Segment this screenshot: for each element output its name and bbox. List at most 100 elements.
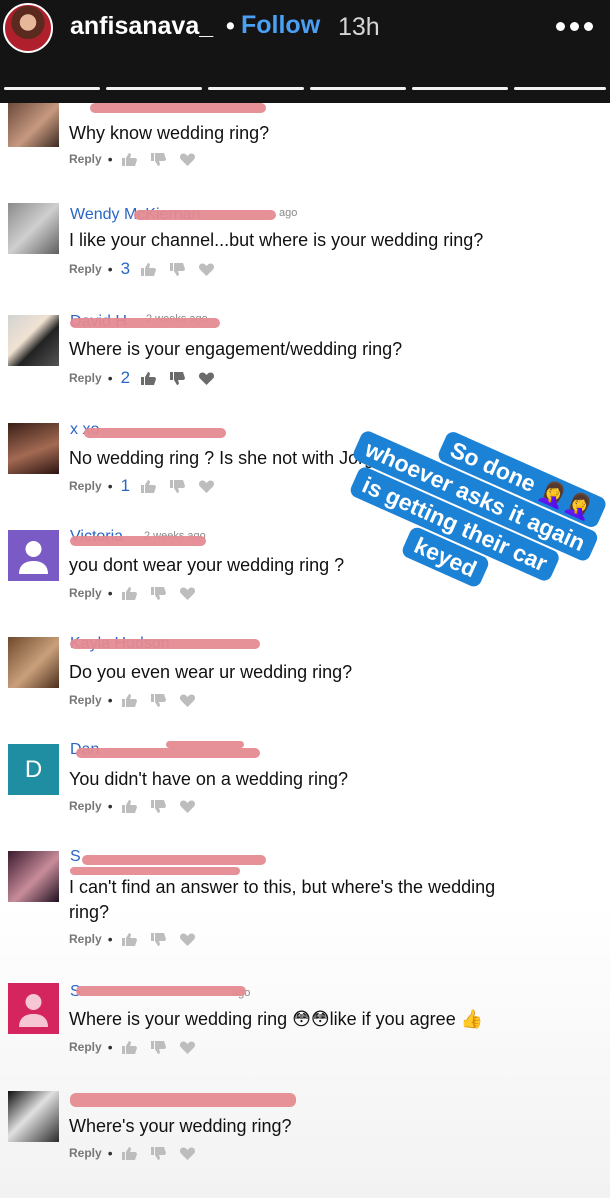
redaction-mark — [166, 741, 244, 748]
heart-icon[interactable] — [179, 586, 196, 601]
dot-separator: • — [107, 798, 113, 814]
reply-button[interactable]: Reply — [69, 262, 102, 276]
thumbs-up-icon[interactable] — [140, 262, 157, 277]
comment-actions: Reply • 1 — [69, 476, 227, 495]
redaction-mark — [70, 639, 260, 649]
story-progress-segment — [412, 87, 508, 90]
comment-text: Why know wedding ring? — [69, 123, 270, 143]
thumbs-up-icon[interactable] — [121, 1146, 138, 1161]
comment-text-line-2: ring? — [69, 902, 110, 922]
comment-text: You didn't have on a wedding ring? — [69, 769, 348, 789]
commenter-avatar[interactable] — [8, 103, 59, 147]
thumbs-up-icon[interactable] — [121, 693, 138, 708]
comment-actions: Reply • 2 — [69, 368, 227, 387]
like-count: 3 — [120, 259, 131, 278]
redaction-mark — [90, 103, 266, 113]
thumbs-down-icon[interactable] — [150, 1040, 167, 1055]
profile-avatar[interactable] — [3, 3, 53, 53]
comment-actions: Reply • — [69, 150, 208, 168]
thumbs-down-icon[interactable] — [150, 152, 167, 167]
comment-text: Where is your engagement/wedding ring? — [69, 339, 403, 359]
reply-button[interactable]: Reply — [69, 799, 102, 813]
thumbs-down-icon[interactable] — [169, 479, 186, 494]
thumbs-up-icon[interactable] — [121, 932, 138, 947]
like-count: 2 — [120, 368, 131, 387]
commenter-avatar[interactable] — [8, 1091, 59, 1142]
reply-button[interactable]: Reply — [69, 693, 102, 707]
comment-actions: Reply • — [69, 1144, 208, 1162]
heart-icon[interactable] — [179, 1040, 196, 1055]
redaction-mark — [76, 986, 246, 996]
story-username[interactable]: anfisanava_ — [70, 12, 213, 41]
reply-button[interactable]: Reply — [69, 932, 102, 946]
story-time: 13h — [338, 13, 380, 41]
comment-actions: Reply • — [69, 691, 208, 709]
thumbs-down-icon[interactable] — [150, 799, 167, 814]
heart-icon[interactable] — [198, 371, 215, 386]
commenter-avatar[interactable] — [8, 983, 59, 1034]
thumbs-down-icon[interactable] — [169, 262, 186, 277]
commenter-avatar[interactable] — [8, 203, 59, 254]
heart-icon[interactable] — [198, 262, 215, 277]
redaction-mark — [70, 1093, 296, 1107]
thumbs-down-icon[interactable] — [150, 586, 167, 601]
thumbs-up-icon[interactable] — [121, 152, 138, 167]
reply-button[interactable]: Reply — [69, 152, 102, 166]
story-progress-segment — [106, 87, 202, 90]
thumbs-down-icon[interactable] — [150, 932, 167, 947]
comment-text: Where's your wedding ring? — [69, 1116, 292, 1136]
reply-button[interactable]: Reply — [69, 1146, 102, 1160]
thumbs-up-icon[interactable] — [140, 479, 157, 494]
comment-time: ago — [279, 207, 298, 219]
comment-author[interactable]: S — [70, 848, 81, 866]
comment-actions: Reply • — [69, 930, 208, 948]
thumbs-down-icon[interactable] — [150, 693, 167, 708]
comment-text-line-1: I can't find an answer to this, but wher… — [69, 877, 496, 897]
redaction-mark — [84, 428, 226, 438]
reply-button[interactable]: Reply — [69, 586, 102, 600]
commenter-avatar[interactable] — [8, 423, 59, 474]
story-progress-segment — [208, 87, 304, 90]
heart-icon[interactable] — [179, 799, 196, 814]
comment-text: you dont wear your wedding ring ? — [69, 555, 345, 575]
dot-separator: • — [107, 585, 113, 601]
reply-button[interactable]: Reply — [69, 371, 102, 385]
dot-separator: • — [107, 151, 113, 167]
heart-icon[interactable] — [179, 1146, 196, 1161]
story-progress-segment — [4, 87, 100, 90]
story-header: anfisanava_ • Follow 13h — [0, 0, 610, 103]
thumbs-up-icon[interactable] — [121, 799, 138, 814]
heart-icon[interactable] — [179, 152, 196, 167]
default-person-icon — [19, 994, 48, 1027]
redaction-mark — [70, 536, 206, 546]
follow-button[interactable]: Follow — [241, 11, 320, 40]
commenter-avatar[interactable] — [8, 851, 59, 902]
redaction-mark — [70, 867, 240, 875]
more-options-icon[interactable] — [556, 16, 602, 36]
dot-separator: • — [107, 370, 113, 386]
dot-separator: • — [107, 931, 113, 947]
dot-separator: • — [107, 1145, 113, 1161]
redaction-mark — [76, 748, 260, 758]
heart-icon[interactable] — [179, 932, 196, 947]
heart-icon[interactable] — [179, 693, 196, 708]
commenter-avatar[interactable] — [8, 315, 59, 366]
heart-icon[interactable] — [198, 479, 215, 494]
commenter-avatar[interactable] — [8, 530, 59, 581]
default-person-icon — [19, 541, 48, 574]
reply-button[interactable]: Reply — [69, 479, 102, 493]
commenter-avatar[interactable] — [8, 637, 59, 688]
thumbs-down-icon[interactable] — [150, 1146, 167, 1161]
thumbs-up-icon[interactable] — [140, 371, 157, 386]
commenter-avatar-letter[interactable]: D — [8, 744, 59, 795]
comment-actions: Reply • 3 — [69, 259, 227, 278]
like-count: 1 — [120, 476, 131, 495]
comment-actions: Reply • — [69, 797, 208, 815]
redaction-mark — [70, 318, 220, 328]
thumbs-down-icon[interactable] — [169, 371, 186, 386]
reply-button[interactable]: Reply — [69, 1040, 102, 1054]
thumbs-up-icon[interactable] — [121, 586, 138, 601]
separator-dot: • — [226, 12, 235, 40]
comment-actions: Reply • — [69, 1038, 208, 1056]
thumbs-up-icon[interactable] — [121, 1040, 138, 1055]
